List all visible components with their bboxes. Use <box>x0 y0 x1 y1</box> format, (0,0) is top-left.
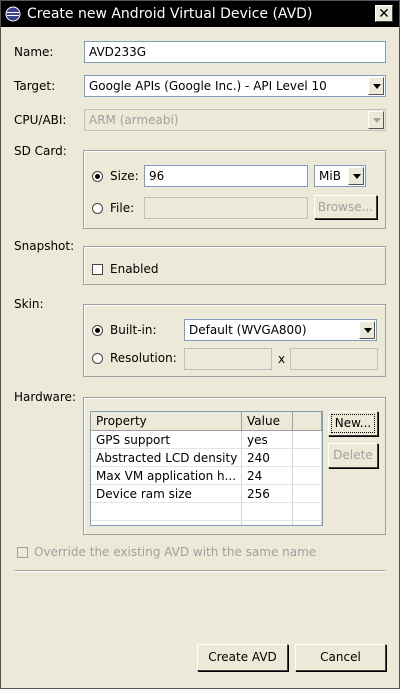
target-value: Google APIs (Google Inc.) - API Level 10 <box>89 79 327 93</box>
target-select[interactable]: Google APIs (Google Inc.) - API Level 10 <box>84 75 386 97</box>
new-hardware-button[interactable]: New... <box>328 411 378 436</box>
column-header-property[interactable]: Property <box>91 412 242 431</box>
close-icon: ✕ <box>378 6 390 22</box>
column-header-filler <box>292 412 322 431</box>
table-row[interactable]: Abstracted LCD density 240 <box>91 448 322 467</box>
avd-dialog: Create new Android Virtual Device (AVD) … <box>0 0 400 689</box>
hardware-property-cell[interactable]: Max VM application h... <box>91 466 242 485</box>
sdcard-file-input <box>144 197 308 219</box>
sdcard-unit-select[interactable]: MiB <box>314 165 366 187</box>
skin-builtin-value: Default (WVGA800) <box>189 323 307 337</box>
target-label: Target: <box>14 79 56 93</box>
table-row-empty <box>91 502 322 521</box>
cpu-abi-select: ARM (armeabi) <box>84 109 386 131</box>
hardware-value-cell[interactable]: 256 <box>241 484 293 503</box>
eclipse-icon <box>5 6 21 22</box>
sdcard-file-radio[interactable] <box>92 203 103 214</box>
skin-builtin-radio[interactable] <box>92 325 103 336</box>
separator <box>15 570 385 572</box>
hardware-property-cell[interactable]: Device ram size <box>91 484 242 503</box>
table-row[interactable]: GPS support yes <box>91 430 322 449</box>
skin-resolution-label: Resolution: <box>110 351 177 365</box>
hardware-table: Property Value GPS support yes Abstracte… <box>90 411 323 526</box>
sdcard-unit-value: MiB <box>319 169 341 183</box>
hardware-label: Hardware: <box>14 390 76 404</box>
snapshot-enabled-label: Enabled <box>110 262 159 276</box>
chevron-down-icon[interactable] <box>359 321 375 339</box>
name-label: Name: <box>14 45 54 59</box>
skin-builtin-label: Built-in: <box>110 323 157 337</box>
resolution-width-input <box>184 348 272 370</box>
create-avd-button[interactable]: Create AVD <box>197 644 288 671</box>
name-input[interactable]: AVD233G <box>84 41 386 63</box>
chevron-down-icon[interactable] <box>348 167 364 185</box>
chevron-down-icon[interactable] <box>368 77 384 95</box>
snapshot-enabled-checkbox[interactable] <box>92 264 103 275</box>
title-bar: Create new Android Virtual Device (AVD) … <box>1 1 399 27</box>
cpu-abi-label: CPU/ABI: <box>14 113 67 127</box>
window-title: Create new Android Virtual Device (AVD) <box>27 6 313 22</box>
table-row-empty <box>91 520 322 525</box>
sdcard-file-label: File: <box>110 201 135 215</box>
sdcard-label: SD Card: <box>14 144 67 158</box>
skin-label: Skin: <box>14 297 44 311</box>
skin-resolution-radio[interactable] <box>92 353 103 364</box>
delete-hardware-button: Delete <box>328 443 378 468</box>
hardware-value-cell[interactable]: 240 <box>241 448 293 467</box>
browse-button: Browse... <box>314 195 377 219</box>
table-row[interactable]: Max VM application h... 24 <box>91 466 322 485</box>
cpu-abi-value: ARM (armeabi) <box>89 113 179 127</box>
resolution-height-input <box>290 348 378 370</box>
override-checkbox <box>17 547 28 558</box>
sdcard-size-label: Size: <box>110 169 139 183</box>
hardware-value-cell[interactable]: 24 <box>241 466 293 485</box>
skin-builtin-select[interactable]: Default (WVGA800) <box>184 319 377 341</box>
hardware-property-cell[interactable]: GPS support <box>91 430 242 449</box>
snapshot-label: Snapshot: <box>14 239 75 253</box>
chevron-down-icon <box>368 111 384 129</box>
table-row[interactable]: Device ram size 256 <box>91 484 322 503</box>
sdcard-size-input[interactable]: 96 <box>144 165 308 187</box>
override-label: Override the existing AVD with the same … <box>34 545 317 559</box>
hardware-value-cell[interactable]: yes <box>241 430 293 449</box>
cancel-button[interactable]: Cancel <box>295 644 386 671</box>
column-header-value[interactable]: Value <box>241 412 293 431</box>
resolution-x-label: x <box>278 352 286 366</box>
sdcard-size-radio[interactable] <box>92 171 103 182</box>
hardware-property-cell[interactable]: Abstracted LCD density <box>91 448 242 467</box>
close-button[interactable]: ✕ <box>375 5 393 22</box>
